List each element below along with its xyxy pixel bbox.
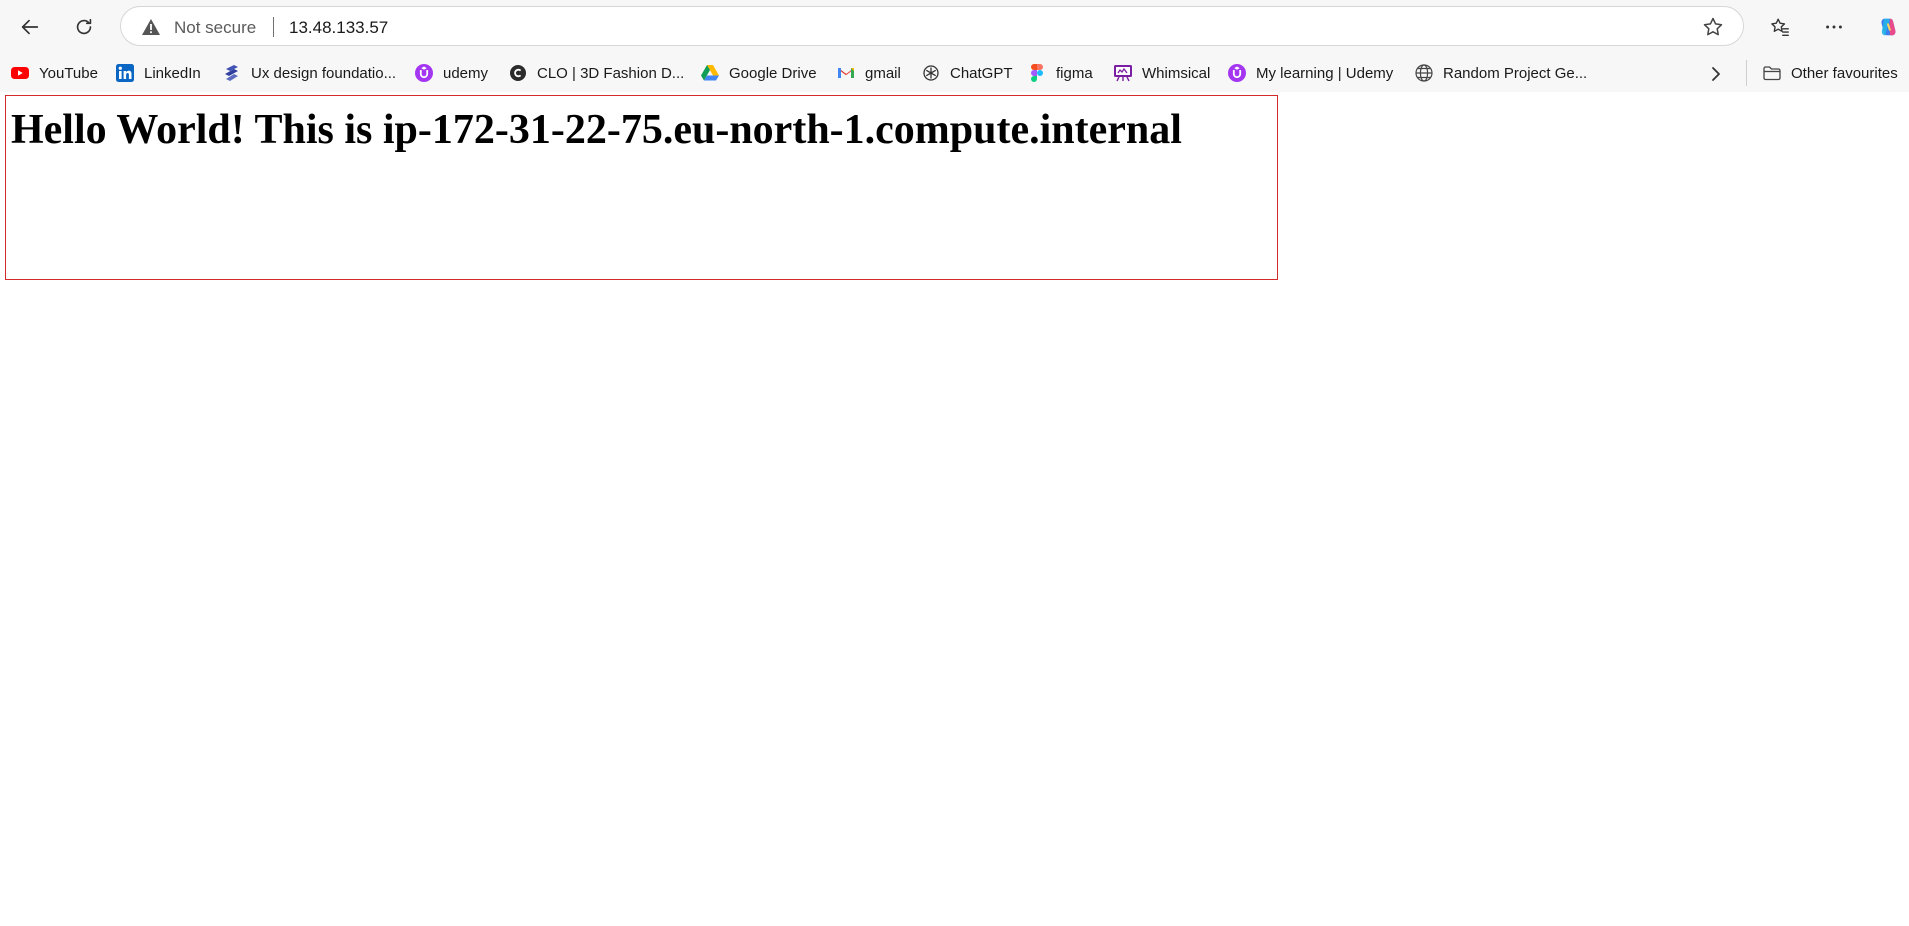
bookmark-random-project[interactable]: Random Project Ge... <box>1414 62 1587 84</box>
back-arrow-icon <box>21 19 39 35</box>
coursera-icon <box>222 63 242 83</box>
bookmark-label: Other favourites <box>1791 64 1898 82</box>
bookmark-label: LinkedIn <box>144 64 201 82</box>
hello-container: Hello World! This is ip-172-31-22-75.eu-… <box>5 95 1278 280</box>
figma-icon <box>1027 63 1047 83</box>
bookmark-label: Random Project Ge... <box>1443 64 1588 82</box>
page-heading: Hello World! This is ip-172-31-22-75.eu-… <box>11 107 1182 153</box>
reload-button[interactable] <box>65 8 103 46</box>
reload-icon <box>76 18 92 35</box>
back-button[interactable] <box>11 8 49 46</box>
whimsical-icon <box>1113 63 1133 83</box>
bookmark-label: CLO | 3D Fashion D... <box>537 64 685 82</box>
bookmark-chatgpt[interactable]: ChatGPT <box>921 62 1013 84</box>
bookmark-label: Google Drive <box>729 64 817 82</box>
udemy-icon <box>414 63 434 83</box>
bookmarks-separator <box>1746 60 1747 86</box>
star-icon[interactable] <box>1701 15 1725 39</box>
bookmark-label: My learning | Udemy <box>1256 64 1394 82</box>
address-bar[interactable]: Not secure 13.48.133.57 <box>120 6 1744 46</box>
chatgpt-icon <box>921 63 941 83</box>
favorites-icon <box>1771 18 1789 36</box>
bookmark-ux-design[interactable]: Ux design foundatio... <box>222 62 396 84</box>
globe-icon <box>1414 63 1434 83</box>
bookmark-linkedin[interactable]: LinkedIn <box>115 62 201 84</box>
url-text[interactable]: 13.48.133.57 <box>289 18 388 38</box>
bookmark-label: figma <box>1056 64 1093 82</box>
settings-menu-button[interactable] <box>1815 8 1853 46</box>
bookmark-clo[interactable]: CLO | 3D Fashion D... <box>508 62 684 84</box>
bookmark-gmail[interactable]: gmail <box>836 62 901 84</box>
bookmark-youtube[interactable]: YouTube <box>10 62 98 84</box>
warning-icon[interactable] <box>141 17 161 37</box>
bookmark-google-drive[interactable]: Google Drive <box>700 62 817 84</box>
bookmark-label: Whimsical <box>1142 64 1211 82</box>
clo-icon <box>508 63 528 83</box>
bookmark-label: YouTube <box>39 64 98 82</box>
security-status-label[interactable]: Not secure <box>174 18 256 38</box>
browser-toolbar: Not secure 13.48.133.57 <box>0 0 1909 54</box>
chevron-right-icon[interactable] <box>1704 63 1728 85</box>
bookmark-my-learning-udemy[interactable]: My learning | Udemy <box>1227 62 1393 84</box>
bookmark-figma[interactable]: figma <box>1027 62 1093 84</box>
page-viewport: Hello World! This is ip-172-31-22-75.eu-… <box>0 92 1909 926</box>
bookmark-label: ChatGPT <box>950 64 1013 82</box>
favorites-button[interactable] <box>1761 8 1799 46</box>
bookmark-label: gmail <box>865 64 901 82</box>
copilot-icon <box>1881 18 1896 36</box>
udemy-icon <box>1227 63 1247 83</box>
copilot-button[interactable] <box>1869 8 1907 46</box>
bookmarks-bar: YouTube LinkedIn Ux design foundatio... … <box>0 54 1909 92</box>
address-divider <box>273 17 274 37</box>
google-drive-icon <box>700 63 720 83</box>
folder-icon <box>1762 63 1782 83</box>
youtube-icon <box>10 63 30 83</box>
bookmark-udemy[interactable]: udemy <box>414 62 488 84</box>
bookmark-other-favourites[interactable]: Other favourites <box>1762 62 1898 84</box>
bookmark-whimsical[interactable]: Whimsical <box>1113 62 1210 84</box>
more-icon <box>1826 25 1842 29</box>
bookmark-label: udemy <box>443 64 489 82</box>
linkedin-icon <box>115 63 135 83</box>
bookmark-label: Ux design foundatio... <box>251 64 397 82</box>
gmail-icon <box>836 63 856 83</box>
